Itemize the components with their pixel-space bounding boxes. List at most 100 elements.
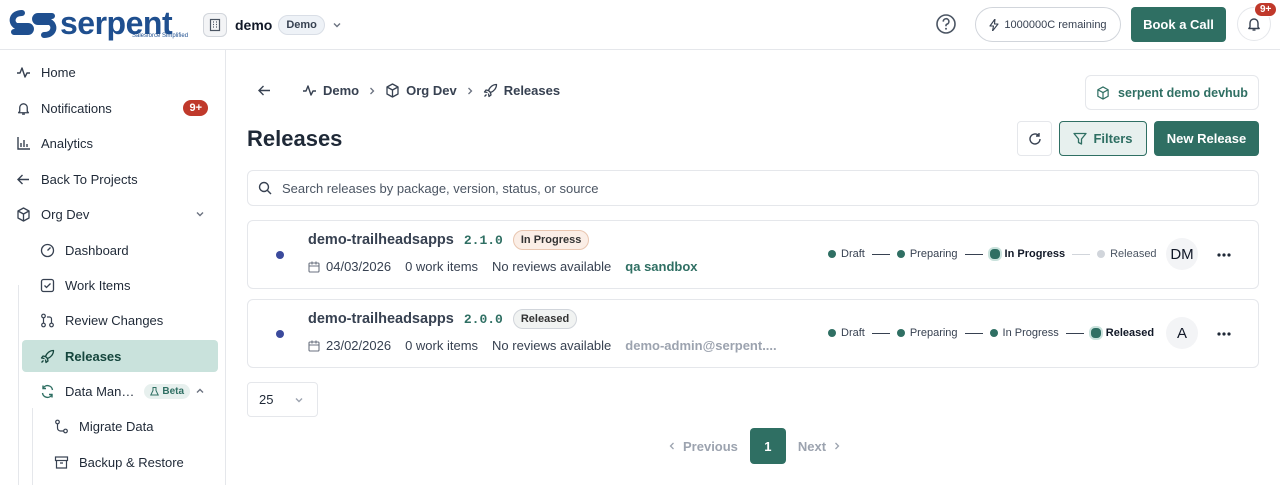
sidebar-item-work-items[interactable]: Work Items — [22, 269, 218, 301]
status-badge: In Progress — [512, 230, 590, 250]
package-icon — [1096, 85, 1110, 100]
work-items-count: 0 work items — [405, 259, 479, 274]
stage-preparing: Preparing — [896, 248, 958, 260]
breadcrumb-label: Org Dev — [406, 83, 457, 98]
lightning-icon — [989, 18, 999, 31]
filters-button[interactable]: Filters — [1059, 121, 1147, 156]
git-pull-request-icon — [40, 313, 55, 328]
more-options-icon[interactable] — [1216, 247, 1232, 263]
credits-button[interactable]: 1000000C remaining — [975, 7, 1121, 42]
release-source[interactable]: qa sandbox — [625, 259, 697, 274]
sidebar-item-releases[interactable]: Releases — [22, 340, 218, 372]
chevron-right-icon — [465, 86, 475, 96]
search-input[interactable] — [282, 180, 1182, 196]
sidebar-item-data-management[interactable]: Data Man… Beta — [22, 375, 218, 407]
flask-icon — [150, 386, 160, 396]
chevron-down-icon[interactable] — [331, 19, 343, 31]
beta-label: Beta — [162, 385, 185, 397]
chevron-down-icon — [293, 394, 305, 406]
release-header: demo-trailheadsapps 2.0.0 Released — [308, 309, 578, 329]
beta-badge: Beta — [144, 383, 191, 399]
chevron-right-icon — [367, 86, 377, 96]
sidebar: Home Notifications 9+ Analytics Back To … — [0, 50, 226, 485]
avatar[interactable]: DM — [1166, 238, 1198, 270]
sidebar-item-label: Releases — [65, 348, 122, 364]
chevron-left-icon — [667, 441, 677, 451]
release-meta: 23/02/2026 0 work items No reviews avail… — [308, 338, 777, 353]
bell-icon — [16, 101, 31, 116]
chevron-right-icon — [832, 441, 842, 451]
stage-released: Released — [1097, 248, 1157, 260]
org-switcher[interactable]: demo Demo — [203, 12, 343, 38]
stage-draft: Draft — [828, 327, 865, 339]
release-pipeline: Draft Preparing In Progress Released — [828, 327, 1154, 339]
search-icon — [258, 181, 272, 195]
help-icon[interactable] — [935, 13, 957, 35]
devhub-button[interactable]: serpent demo devhub — [1085, 75, 1259, 110]
breadcrumb-org-dev[interactable]: Org Dev — [385, 83, 457, 98]
chevron-down-icon[interactable] — [194, 208, 206, 220]
sidebar-item-notifications[interactable]: Notifications 9+ — [8, 92, 218, 124]
sidebar-item-org-dev[interactable]: Org Dev — [8, 198, 218, 230]
sidebar-item-label: Back To Projects — [41, 171, 138, 187]
bar-chart-icon — [16, 136, 31, 151]
release-date-value: 23/02/2026 — [326, 338, 392, 353]
activity-icon — [16, 65, 31, 80]
per-page-select[interactable]: 25 — [247, 382, 318, 417]
package-name[interactable]: demo-trailheadsapps — [308, 311, 454, 327]
org-badge: Demo — [278, 15, 325, 35]
release-date: 23/02/2026 — [308, 338, 391, 353]
next-page-button[interactable]: Next — [798, 439, 842, 454]
sidebar-item-dashboard[interactable]: Dashboard — [22, 234, 218, 266]
sidebar-item-backup-restore[interactable]: Backup & Restore — [36, 446, 218, 478]
avatar[interactable]: A — [1166, 317, 1198, 349]
stage-preparing: Preparing — [896, 327, 958, 339]
devhub-label: serpent demo devhub — [1118, 85, 1248, 100]
serpent-logo[interactable]: serpent Salesforce Simplified — [8, 5, 188, 41]
release-date: 04/03/2026 — [308, 259, 391, 274]
stage-in-progress: In Progress — [989, 248, 1065, 260]
git-branch-icon — [54, 419, 69, 434]
refresh-cycle-icon — [40, 384, 55, 399]
refresh-button[interactable] — [1017, 121, 1052, 156]
package-version: 2.1.0 — [463, 232, 503, 248]
page-title: Releases — [247, 126, 343, 151]
package-name[interactable]: demo-trailheadsapps — [308, 232, 454, 248]
breadcrumb: Demo Org Dev Releases — [257, 83, 560, 98]
sidebar-item-label: Review Changes — [65, 312, 164, 328]
new-release-button[interactable]: New Release — [1154, 121, 1259, 156]
sidebar-item-label: Org Dev — [41, 206, 90, 222]
gauge-icon — [40, 243, 55, 258]
sidebar-item-back-to-projects[interactable]: Back To Projects — [8, 163, 218, 195]
sidebar-item-label: Migrate Data — [79, 418, 154, 434]
book-call-button[interactable]: Book a Call — [1131, 7, 1226, 42]
arrow-left-icon — [16, 172, 31, 187]
chevron-up-icon[interactable] — [194, 385, 206, 397]
brand-tagline: Salesforce Simplified — [132, 33, 189, 39]
sidebar-item-review-changes[interactable]: Review Changes — [22, 304, 218, 336]
back-arrow-icon[interactable] — [257, 83, 272, 98]
page-number-button[interactable]: 1 — [749, 428, 786, 464]
notification-count-badge: 9+ — [183, 100, 208, 116]
refresh-icon — [1028, 132, 1042, 146]
reviews-status: No reviews available — [492, 259, 612, 274]
sidebar-item-home[interactable]: Home — [8, 56, 218, 88]
checkbox-icon — [40, 278, 55, 293]
sidebar-item-analytics[interactable]: Analytics — [8, 127, 218, 159]
release-date-value: 04/03/2026 — [326, 259, 392, 274]
release-indicator-dot — [276, 330, 284, 338]
filters-label: Filters — [1093, 131, 1133, 146]
breadcrumb-demo[interactable]: Demo — [302, 83, 359, 98]
sidebar-item-migrate-data[interactable]: Migrate Data — [36, 410, 218, 442]
activity-icon — [302, 83, 317, 98]
release-card[interactable]: demo-trailheadsapps 2.0.0 Released 23/02… — [247, 299, 1259, 368]
previous-label: Previous — [683, 438, 738, 454]
sidebar-item-label: Home — [41, 64, 76, 80]
previous-page-button[interactable]: Previous — [667, 439, 738, 454]
release-card[interactable]: demo-trailheadsapps 2.1.0 In Progress 04… — [247, 220, 1259, 289]
per-page-value: 25 — [259, 392, 274, 407]
serpent-logo-icon — [9, 10, 57, 38]
more-options-icon[interactable] — [1216, 326, 1232, 342]
sidebar-item-label: Analytics — [41, 135, 94, 151]
release-header: demo-trailheadsapps 2.1.0 In Progress — [308, 230, 590, 250]
